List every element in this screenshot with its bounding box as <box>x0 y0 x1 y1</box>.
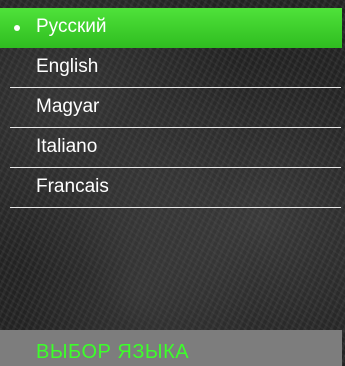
selected-bullet-icon <box>14 25 20 31</box>
language-label: Magyar <box>36 96 100 117</box>
language-item-francais[interactable]: Francais <box>10 168 341 208</box>
language-item-english[interactable]: English <box>10 48 341 88</box>
screen-title-bar: ВЫБОР ЯЗЫКА <box>0 330 342 366</box>
screen-title: ВЫБОР ЯЗЫКА <box>36 341 190 363</box>
language-list: Русский English Magyar Italiano Francais <box>0 8 342 208</box>
language-label: Francais <box>36 176 109 197</box>
language-label: Italiano <box>36 136 98 157</box>
language-label: Русский <box>36 16 107 37</box>
language-item-magyar[interactable]: Magyar <box>10 88 341 128</box>
language-select-screen: Русский English Magyar Italiano Francais… <box>0 0 345 366</box>
language-item-russian[interactable]: Русский <box>0 8 342 48</box>
language-label: English <box>36 56 99 77</box>
language-item-italiano[interactable]: Italiano <box>10 128 341 168</box>
